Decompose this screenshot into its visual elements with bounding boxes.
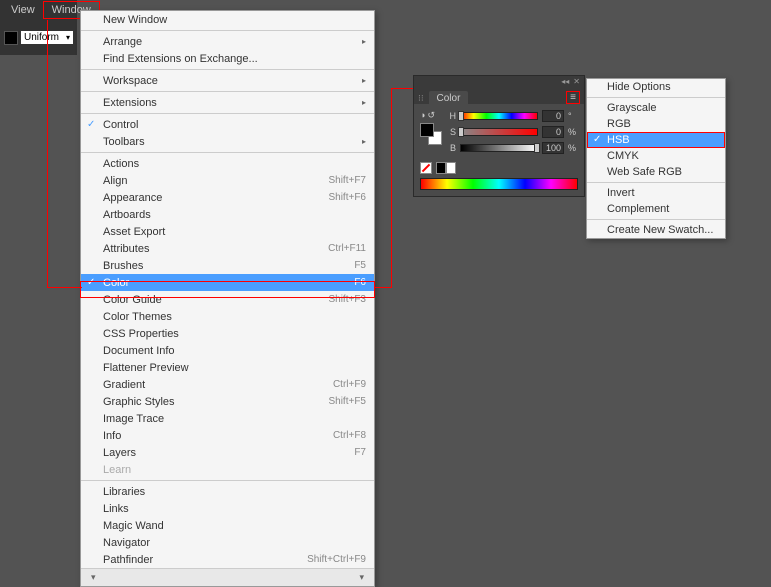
hue-unit: ° [568, 111, 578, 121]
mi-attributes[interactable]: AttributesCtrl+F11 [81, 240, 374, 257]
annotation-line [375, 287, 392, 288]
separator [81, 91, 374, 92]
mi-css-properties[interactable]: CSS Properties [81, 325, 374, 342]
mi-extensions[interactable]: Extensions▸ [81, 94, 374, 111]
separator [587, 182, 725, 183]
fi-web-safe-rgb[interactable]: Web Safe RGB [587, 164, 725, 180]
separator [81, 480, 374, 481]
fi-hide-options[interactable]: Hide Options [587, 79, 725, 95]
control-bar: Uniform [0, 20, 77, 55]
bri-row: B 100 % [448, 142, 578, 154]
mi-magic-wand[interactable]: Magic Wand [81, 517, 374, 534]
none-swatch[interactable] [420, 162, 432, 174]
panel-tabs: ⁝⁝ Color ≡ [414, 86, 584, 104]
annotation-line [47, 287, 82, 288]
mi-actions[interactable]: Actions [81, 155, 374, 172]
mi-control[interactable]: Control [81, 116, 374, 133]
fi-invert[interactable]: Invert [587, 185, 725, 201]
panel-menu-button[interactable]: ≡ [566, 91, 580, 104]
hue-row: H 0 ° [448, 110, 578, 122]
submenu-arrow-icon: ▸ [362, 76, 366, 85]
submenu-arrow-icon: ▸ [362, 137, 366, 146]
stroke-color-chip[interactable] [4, 31, 18, 45]
mi-find-extensions[interactable]: Find Extensions on Exchange... [81, 50, 374, 67]
menu-scroll-footer: ▾▾ [81, 568, 374, 586]
mi-toolbars[interactable]: Toolbars▸ [81, 133, 374, 150]
mi-learn: Learn [81, 461, 374, 478]
sat-slider[interactable] [460, 128, 538, 136]
panel-body: ◑ ↺ H 0 ° S 0 % [414, 104, 584, 196]
fi-grayscale[interactable]: Grayscale [587, 100, 725, 116]
mi-color-themes[interactable]: Color Themes [81, 308, 374, 325]
mi-layers[interactable]: LayersF7 [81, 444, 374, 461]
collapse-icon[interactable]: ◂◂ [561, 77, 569, 86]
fi-hsb[interactable]: HSB [587, 132, 725, 148]
annotation-line [47, 20, 48, 287]
sat-label: S [448, 127, 456, 137]
mi-links[interactable]: Links [81, 500, 374, 517]
bri-unit: % [568, 143, 578, 153]
mi-artboards[interactable]: Artboards [81, 206, 374, 223]
separator [81, 69, 374, 70]
bri-label: B [448, 143, 456, 153]
fi-rgb[interactable]: RGB [587, 116, 725, 132]
tab-color[interactable]: Color [429, 91, 469, 106]
mi-flattener-preview[interactable]: Flattener Preview [81, 359, 374, 376]
mi-asset-export[interactable]: Asset Export [81, 223, 374, 240]
fill-swatch[interactable] [420, 123, 434, 137]
mi-navigator[interactable]: Navigator [81, 534, 374, 551]
sat-row: S 0 % [448, 126, 578, 138]
annotation-line [391, 88, 413, 89]
color-panel-flyout: Hide Options Grayscale RGB HSB CMYK Web … [586, 78, 726, 239]
menu-view[interactable]: View [3, 2, 43, 18]
mi-document-info[interactable]: Document Info [81, 342, 374, 359]
bri-value[interactable]: 100 [542, 142, 564, 154]
sat-unit: % [568, 127, 578, 137]
close-icon[interactable]: ✕ [573, 77, 580, 86]
hue-label: H [448, 111, 456, 121]
mi-color-guide[interactable]: Color GuideShift+F3 [81, 291, 374, 308]
separator [81, 113, 374, 114]
menubar: View Window [0, 0, 77, 20]
mi-libraries[interactable]: Libraries [81, 483, 374, 500]
fi-cmyk[interactable]: CMYK [587, 148, 725, 164]
sat-value[interactable]: 0 [542, 126, 564, 138]
fi-complement[interactable]: Complement [587, 201, 725, 217]
black-swatch[interactable] [436, 162, 446, 174]
bw-swatches [436, 162, 456, 174]
mi-brushes[interactable]: BrushesF5 [81, 257, 374, 274]
mi-info[interactable]: InfoCtrl+F8 [81, 427, 374, 444]
annotation-line [391, 88, 392, 288]
mi-appearance[interactable]: AppearanceShift+F6 [81, 189, 374, 206]
fill-active-icon[interactable]: ◑ [420, 110, 425, 121]
bri-slider[interactable] [460, 144, 538, 152]
separator [587, 219, 725, 220]
hue-value[interactable]: 0 [542, 110, 564, 122]
window-menu: New Window Arrange▸ Find Extensions on E… [80, 10, 375, 587]
fi-create-new-swatch[interactable]: Create New Swatch... [587, 222, 725, 238]
mi-align[interactable]: AlignShift+F7 [81, 172, 374, 189]
submenu-arrow-icon: ▸ [362, 37, 366, 46]
panel-titlebar: ◂◂ ✕ [414, 76, 584, 86]
hue-slider[interactable] [460, 112, 538, 120]
mi-pathfinder[interactable]: PathfinderShift+Ctrl+F9 [81, 551, 374, 568]
color-panel: ◂◂ ✕ ⁝⁝ Color ≡ ◑ ↺ H [413, 75, 585, 197]
submenu-arrow-icon: ▸ [362, 98, 366, 107]
grip-icon[interactable]: ⁝⁝ [418, 93, 424, 103]
separator [81, 152, 374, 153]
mi-graphic-styles[interactable]: Graphic StylesShift+F5 [81, 393, 374, 410]
mi-new-window[interactable]: New Window [81, 11, 374, 28]
mi-image-trace[interactable]: Image Trace [81, 410, 374, 427]
separator [587, 97, 725, 98]
separator [81, 30, 374, 31]
panel-bottom [420, 162, 578, 174]
fill-stroke-swatches[interactable] [420, 123, 442, 145]
swap-icon[interactable]: ↺ [427, 110, 435, 121]
mi-gradient[interactable]: GradientCtrl+F9 [81, 376, 374, 393]
spectrum-picker[interactable] [420, 178, 578, 190]
mi-workspace[interactable]: Workspace▸ [81, 72, 374, 89]
mi-color[interactable]: ColorF6 [81, 274, 374, 291]
white-swatch[interactable] [446, 162, 456, 174]
mi-arrange[interactable]: Arrange▸ [81, 33, 374, 50]
